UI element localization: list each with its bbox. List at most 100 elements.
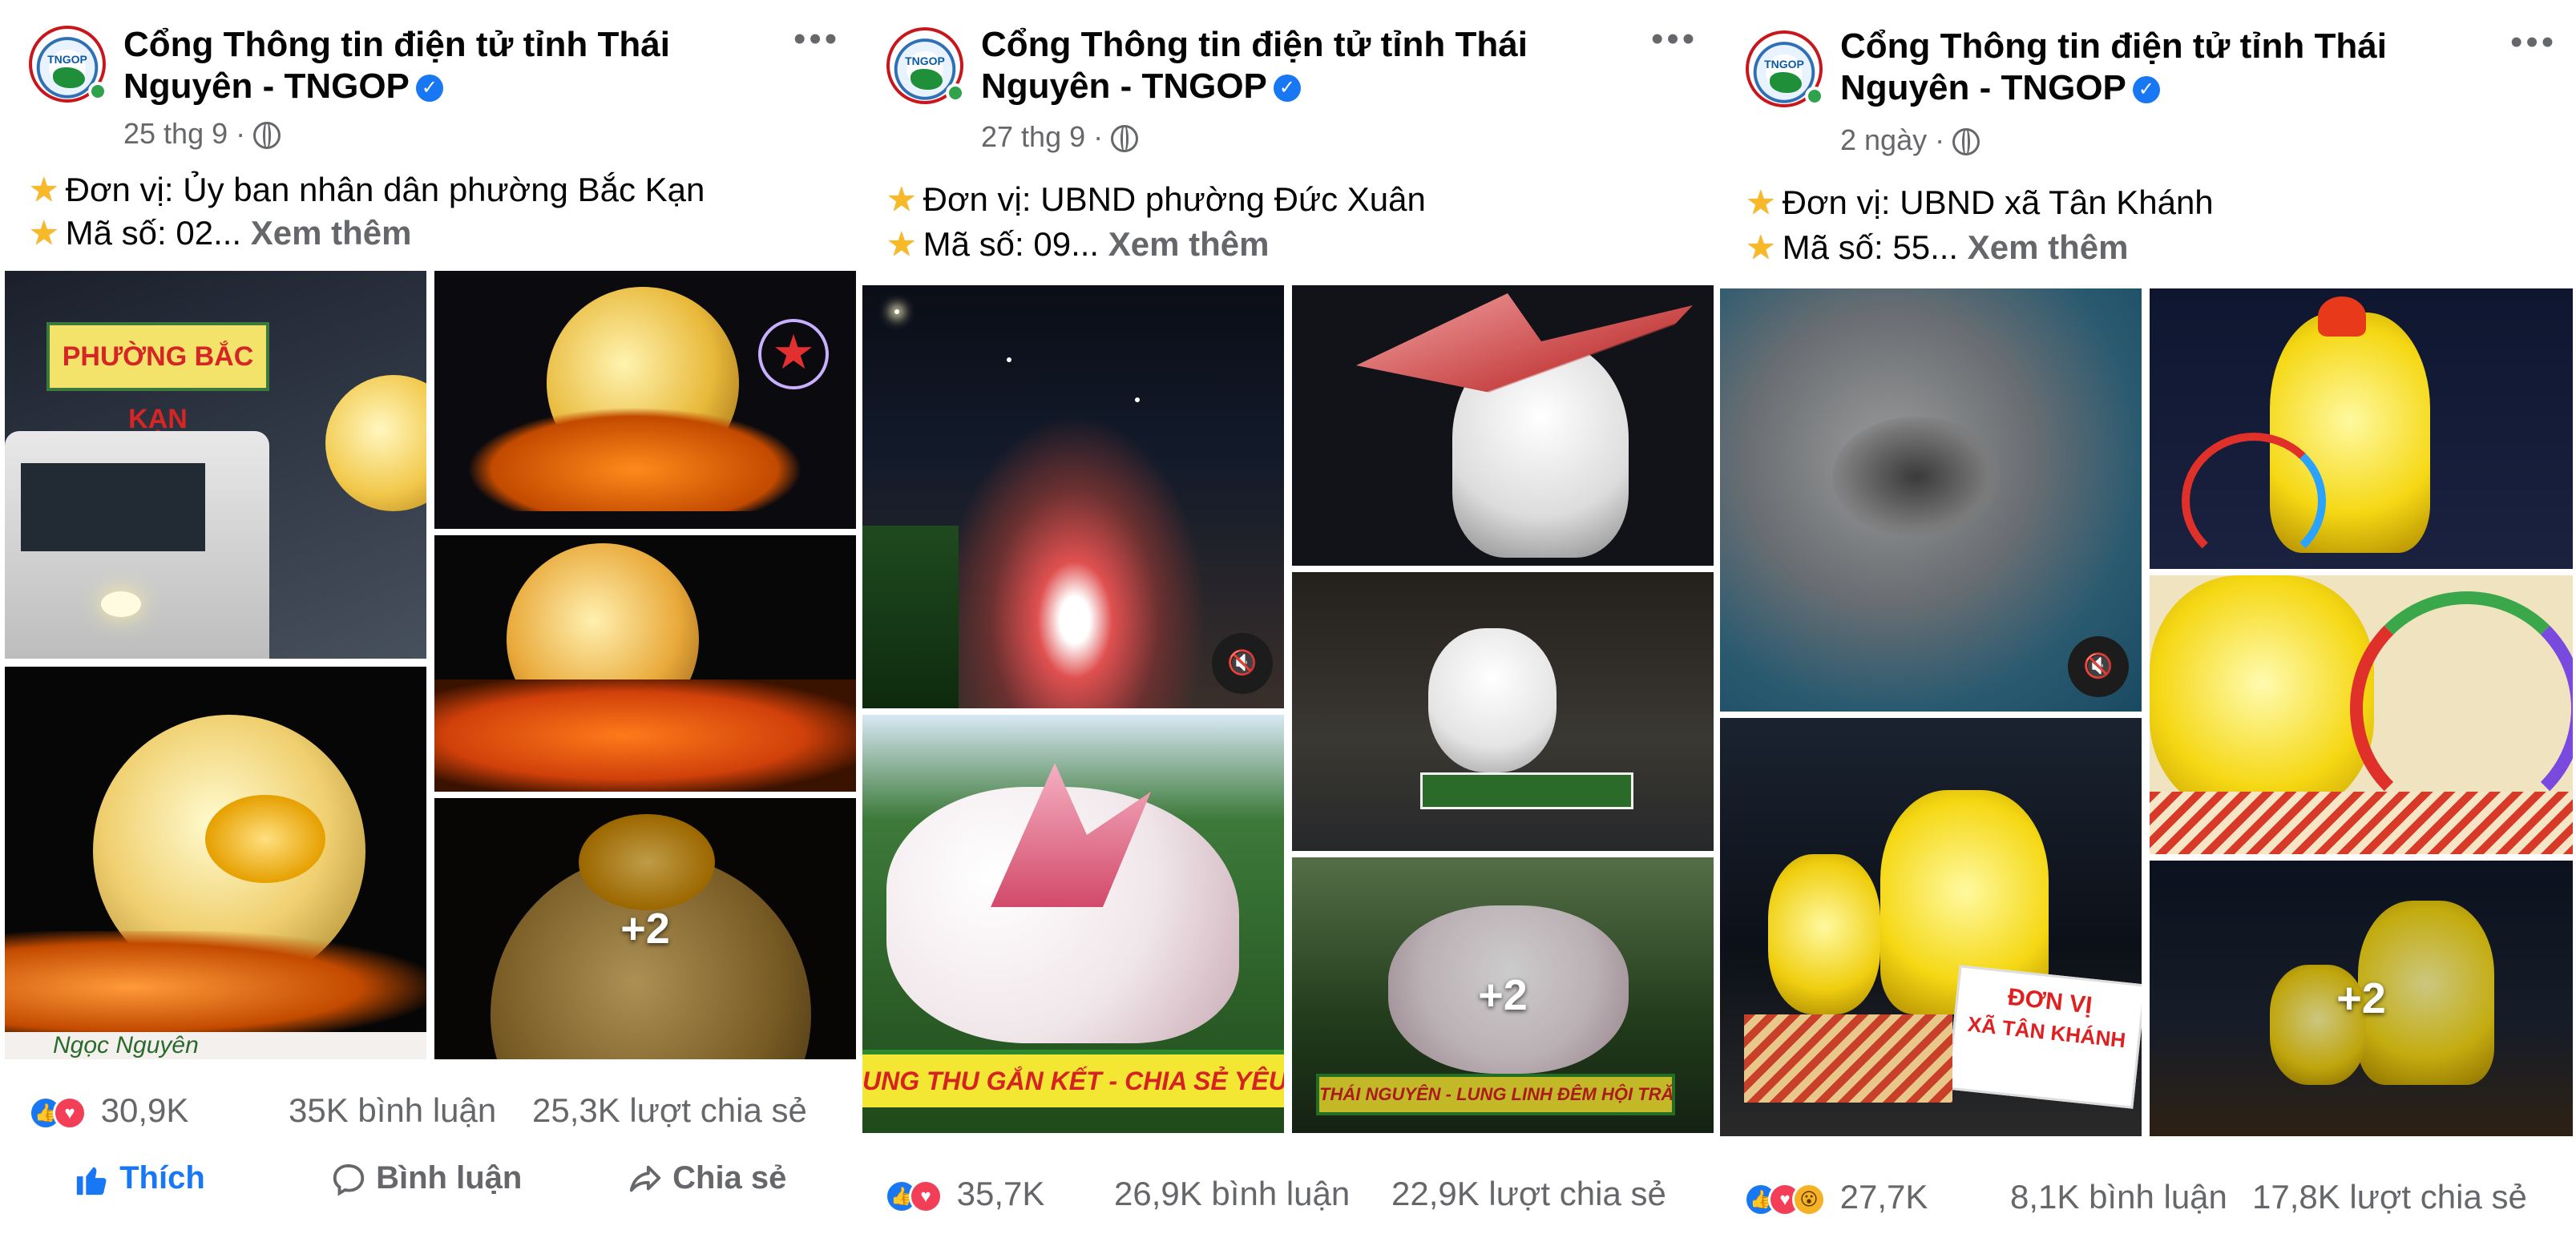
more-icon[interactable]: ••• — [793, 19, 840, 59]
comment-icon — [333, 1164, 365, 1197]
photo-video-1[interactable]: 🔇 — [1720, 288, 2142, 712]
lantern-flowers — [466, 407, 803, 511]
post-card-2: TNGOP Cổng Thông tin điện tử tỉnh Thái N… — [859, 0, 1717, 1246]
float-rail — [1744, 1014, 1952, 1103]
code-text: Mã số: 09... — [923, 225, 1100, 263]
lantern-moon — [325, 375, 426, 511]
page-name-line2: Nguyên - TNGOP — [123, 67, 410, 106]
post-card-1: TNGOP Cổng Thông tin điện tử tỉnh Thái N… — [0, 0, 858, 1246]
photo-4[interactable]: Ngọc Nguyên — [5, 667, 426, 1059]
photo-2[interactable] — [2150, 288, 2573, 569]
page-name-line1: Cổng Thông tin điện tử tỉnh Thái — [981, 25, 1528, 64]
star-icon: ★ — [1746, 183, 1776, 221]
shares-count[interactable]: 25,3K lượt chia sẻ — [532, 1091, 807, 1130]
lantern-flowers — [434, 679, 856, 792]
headlight — [101, 591, 141, 617]
reactions-count[interactable]: 27,7K — [1840, 1178, 1928, 1216]
text-prefix: Đơn vị: — [923, 180, 1041, 218]
page-name[interactable]: Cổng Thông tin điện tử tỉnh Thái Nguyên … — [1840, 26, 2481, 109]
more-photos-count: +2 — [1478, 971, 1528, 1019]
post-text-line2: ★ Mã số: 02... Xem thêm — [29, 212, 412, 255]
photo-2[interactable]: ★ — [434, 271, 856, 529]
verified-icon: ✓ — [1273, 75, 1301, 103]
rooster-comb — [2318, 296, 2366, 337]
code-text: Mã số: 02... — [65, 214, 242, 252]
photo-5-more[interactable]: +2 — [434, 798, 856, 1059]
post-text-line1: ★ Đơn vị: UBND phường Đức Xuân — [886, 178, 1426, 221]
more-icon[interactable]: ••• — [2510, 22, 2557, 63]
shares-count[interactable]: 17,8K lượt chia sẻ — [2252, 1178, 2527, 1216]
photo-3[interactable] — [1292, 572, 1714, 851]
float-banner: UNG THU GẮN KẾT - CHIA SẺ YÊU THƯƠNG — [862, 1050, 1284, 1107]
online-status-icon — [1805, 87, 1824, 106]
photo-5-more[interactable]: THÁI NGUYÊN - LUNG LINH ĐÊM HỘI TRĂNG RẰ… — [1292, 857, 1714, 1133]
shares-count[interactable]: 22,9K lượt chia sẻ — [1391, 1175, 1666, 1213]
photo-video-1[interactable]: 🔇 — [862, 285, 1284, 708]
code-text: Mã số: 55... — [1782, 228, 1959, 266]
page-name-line2: Nguyên - TNGOP — [981, 67, 1267, 106]
text-prefix: Đơn vị: — [65, 171, 184, 208]
blur-center — [1832, 417, 2001, 537]
page-name-line1: Cổng Thông tin điện tử tỉnh Thái — [123, 25, 670, 64]
more-icon[interactable]: ••• — [1651, 19, 1698, 59]
reactions-count[interactable]: 35,7K — [957, 1175, 1045, 1212]
post-text-line2: ★ Mã số: 09... Xem thêm — [886, 223, 1270, 266]
street-trees — [862, 526, 959, 708]
banner-text: UNG THU GẮN KẾT - CHIA SẺ YÊU THƯƠNG — [862, 1067, 1284, 1095]
photo-video-1[interactable]: PHƯỜNG BẮC KẠN 🔇 — [5, 271, 426, 659]
more-photos-count: +2 — [620, 905, 670, 953]
photo-3[interactable] — [2150, 575, 2573, 854]
avatar-logo-text: TNGOP — [47, 53, 87, 66]
page-name[interactable]: Cổng Thông tin điện tử tỉnh Thái Nguyên … — [981, 24, 1622, 107]
post-date[interactable]: 27 thg 9 · — [981, 120, 1103, 153]
unit-name: Ủy ban nhân dân phường Bắc Kạn — [183, 171, 705, 208]
like-button[interactable]: Thích — [74, 1160, 205, 1198]
star-lantern: ★ — [758, 319, 829, 389]
photo-2[interactable] — [1292, 285, 1714, 566]
see-more-link[interactable]: Xem thêm — [251, 214, 412, 252]
post-meta: 27 thg 9 · — [981, 120, 1139, 154]
reactions-count[interactable]: 30,9K — [101, 1091, 189, 1129]
star-icon: ★ — [29, 171, 59, 208]
verified-icon: ✓ — [2132, 76, 2160, 104]
text-prefix: Đơn vị: — [1782, 183, 1900, 221]
float-banner: Ngọc Nguyên — [5, 1032, 426, 1059]
unit-name: UBND phường Đức Xuân — [1040, 180, 1426, 218]
rooster-tail — [2182, 433, 2326, 569]
more-photos-count: +2 — [2336, 974, 2386, 1022]
post-date[interactable]: 2 ngày · — [1840, 123, 1944, 156]
post-text-line1: ★ Đơn vị: Ủy ban nhân dân phường Bắc Kạn — [29, 168, 705, 212]
share-button[interactable]: Chia sẻ — [627, 1160, 786, 1198]
unit-sign: ĐƠN VỊ XÃ TÂN KHÁNH — [1946, 965, 2142, 1109]
thumbs-up-icon — [76, 1167, 107, 1196]
unit-name: UBND xã Tân Khánh — [1900, 183, 2214, 221]
see-more-link[interactable]: Xem thêm — [1108, 225, 1270, 263]
photo-3[interactable] — [434, 535, 856, 792]
globe-icon — [1111, 125, 1139, 153]
see-more-link[interactable]: Xem thêm — [1968, 228, 2129, 266]
post-text-line2: ★ Mã số: 55... Xem thêm — [1746, 226, 2129, 269]
avatar-logo-text: TNGOP — [905, 54, 945, 67]
photo-4[interactable]: UNG THU GẮN KẾT - CHIA SẺ YÊU THƯƠNG — [862, 715, 1284, 1133]
share-icon — [629, 1166, 661, 1192]
float-rail — [2150, 792, 2573, 854]
comments-count[interactable]: 35K bình luận — [289, 1091, 496, 1130]
love-reaction-icon: ♥ — [909, 1179, 943, 1213]
comments-count[interactable]: 26,9K bình luận — [1114, 1175, 1350, 1213]
post-date[interactable]: 25 thg 9 · — [123, 117, 245, 150]
post-text-line1: ★ Đơn vị: UBND xã Tân Khánh — [1746, 181, 2214, 224]
avatar-map-icon — [53, 67, 85, 88]
comment-button[interactable]: Bình luận — [330, 1160, 522, 1198]
love-reaction-icon: ♥ — [53, 1095, 87, 1130]
mute-icon[interactable]: 🔇 — [1212, 633, 1273, 694]
post-stats: 👍 ♥ 30,9K — [29, 1091, 188, 1130]
float-base — [1420, 772, 1633, 809]
photo-5-more[interactable]: +2 — [2150, 861, 2573, 1136]
photo-4[interactable]: ĐƠN VỊ XÃ TÂN KHÁNH — [1720, 718, 2142, 1136]
page-name-line2: Nguyên - TNGOP — [1840, 68, 2126, 107]
comments-count[interactable]: 8,1K bình luận — [2010, 1178, 2227, 1216]
page-name[interactable]: Cổng Thông tin điện tử tỉnh Thái Nguyên … — [123, 24, 765, 107]
star-icon: ★ — [886, 180, 917, 218]
mute-icon[interactable]: 🔇 — [2068, 636, 2129, 697]
post-meta: 25 thg 9 · — [123, 117, 281, 151]
